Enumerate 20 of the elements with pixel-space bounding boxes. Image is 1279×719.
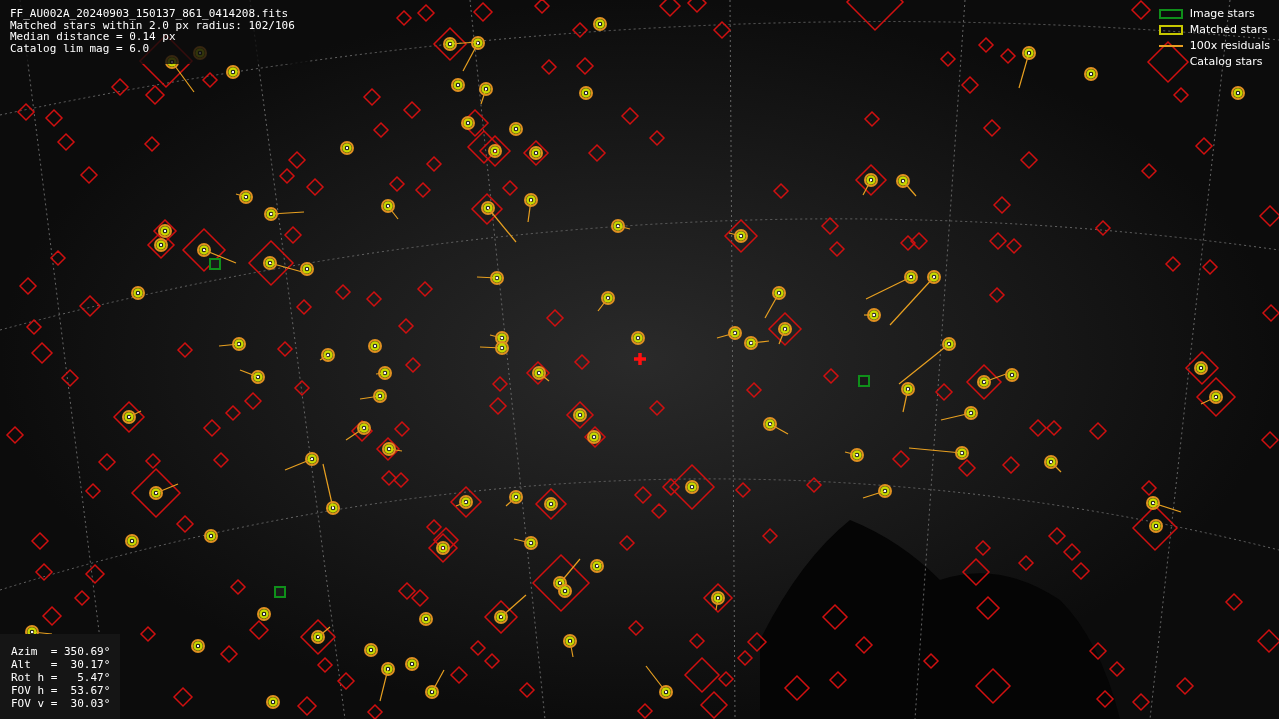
image-star-swatch-icon: [1158, 9, 1183, 19]
info-text: Matched stars within 2.0 px radius: 102/106: [10, 19, 295, 31]
pointing-text: Alt = 30.17°: [11, 658, 111, 671]
pointing-text: FOV v = 30.03°: [11, 697, 111, 710]
pointing-text: Azim = 350.69°: [11, 645, 111, 658]
legend-label: Catalog stars: [1189, 55, 1263, 69]
image-star-square: [209, 258, 221, 270]
pointing-text: FOV h = 53.67°: [11, 684, 111, 697]
info-text: Median distance = 0.14 px: [10, 31, 176, 43]
image-star-square: [858, 375, 870, 387]
center-cross-icon: [632, 351, 648, 367]
info-text: Catalog lim mag = 6.0: [10, 42, 151, 54]
legend-label: 100x residuals: [1189, 39, 1270, 53]
legend-label: Image stars: [1189, 7, 1255, 21]
matched-star-swatch-icon: [1158, 25, 1183, 35]
pointing-text: Rot h = 5.47°: [11, 671, 111, 684]
image-star-square: [274, 586, 286, 598]
info-text: FF_AU002A_20240903_150137_861_0414208.fits: [10, 8, 290, 20]
legend-label: Matched stars: [1189, 23, 1268, 37]
residual-line-icon: [1158, 45, 1183, 47]
